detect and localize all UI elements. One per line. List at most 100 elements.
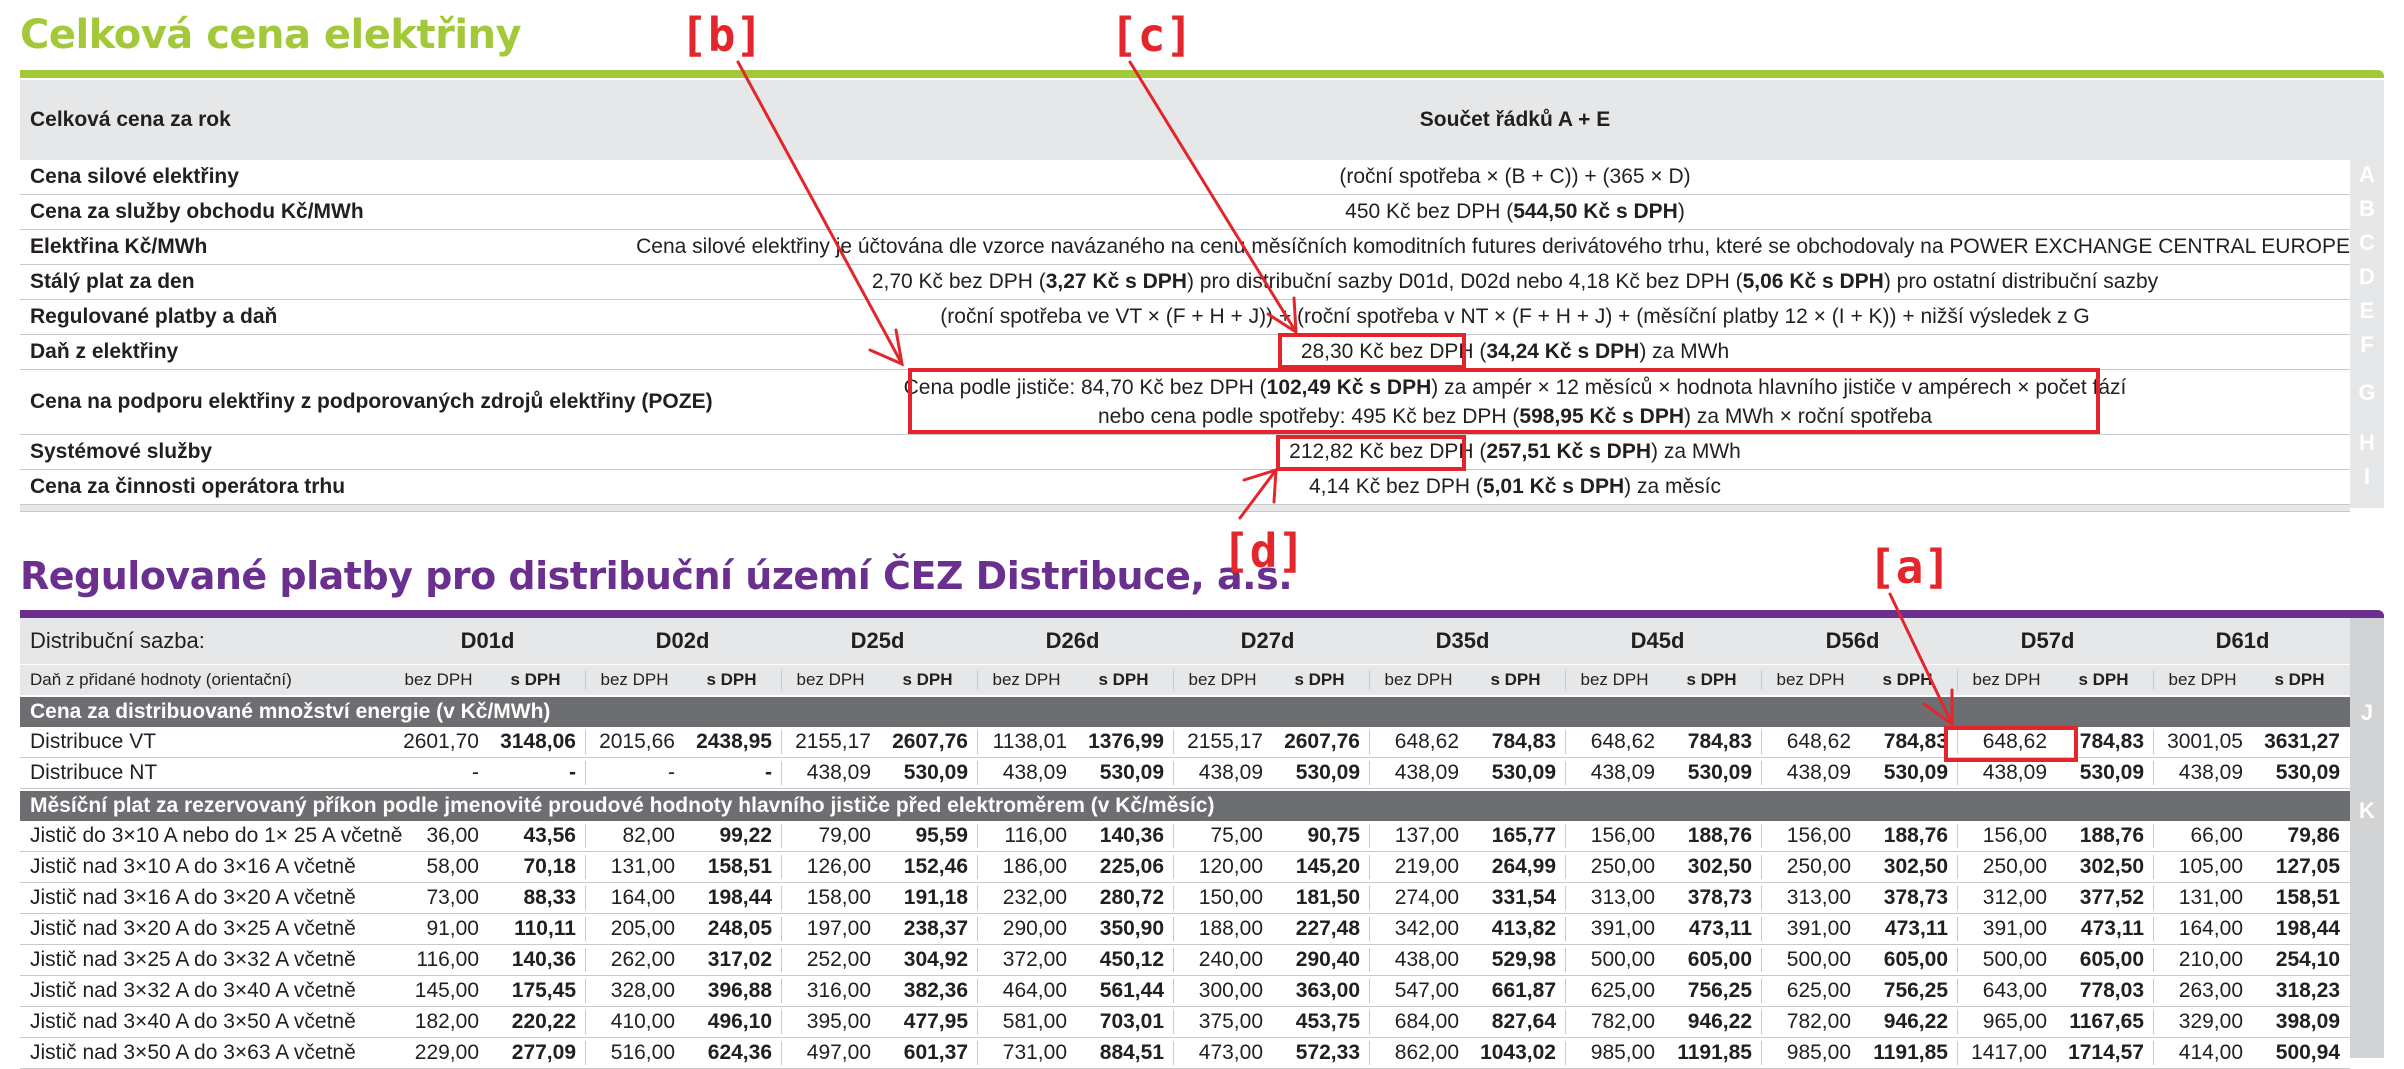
value-excl-vat: 985,00 bbox=[1590, 1041, 1655, 1064]
value-excl-vat: 66,00 bbox=[2190, 824, 2243, 847]
value-incl-vat: 3148,06 bbox=[500, 730, 576, 753]
col-incl-vat: s DPH bbox=[1882, 670, 1933, 689]
rate-cell-pair: 438,09 530,09 bbox=[1565, 761, 1761, 785]
value-excl-vat: 156,00 bbox=[1786, 824, 1851, 847]
value-incl-vat: 140,36 bbox=[1099, 824, 1164, 847]
value-excl-vat: 156,00 bbox=[1590, 824, 1655, 847]
value-incl-vat: 477,95 bbox=[903, 1010, 968, 1033]
table-row: Jistič nad 3×20 A do 3×25 A včetně 91,00 1… bbox=[20, 914, 2350, 945]
value-excl-vat: 414,00 bbox=[2178, 1041, 2243, 1064]
value-incl-vat: 99,22 bbox=[719, 824, 772, 847]
rate-cell-pair: 164,00 198,44 bbox=[585, 886, 781, 910]
rate-cell-pair: 438,09 530,09 bbox=[1369, 761, 1565, 785]
table-row: Jistič do 3×10 A nebo do 1× 25 A včetně 3… bbox=[20, 821, 2350, 852]
value-incl-vat: 624,36 bbox=[707, 1041, 772, 1064]
rate-cell-pair: 219,00 264,99 bbox=[1369, 855, 1565, 879]
value-excl-vat: 438,09 bbox=[1002, 761, 1067, 784]
value-incl-vat: 225,06 bbox=[1099, 855, 1164, 878]
value-excl-vat: 391,00 bbox=[1590, 917, 1655, 940]
col-excl-vat: bez DPH bbox=[600, 670, 669, 689]
value-incl-vat: 79,86 bbox=[2287, 824, 2340, 847]
value-excl-vat: 131,00 bbox=[2178, 886, 2243, 909]
value-incl-vat: 175,45 bbox=[511, 979, 576, 1002]
value-excl-vat: 126,00 bbox=[806, 855, 871, 878]
row-label: Cena za služby obchodu Kč/MWh bbox=[30, 200, 364, 223]
value-incl-vat: 254,10 bbox=[2275, 948, 2340, 971]
rate-cell-pair: 116,00 140,36 bbox=[390, 948, 585, 972]
value-incl-vat: 377,52 bbox=[2079, 886, 2144, 909]
value-incl-vat: 198,44 bbox=[2275, 917, 2340, 940]
rate-cell-pair: 985,00 1191,85 bbox=[1565, 1041, 1761, 1065]
rate-name: D01d bbox=[460, 628, 515, 653]
rate-cell-pair: 2155,17 2607,76 bbox=[781, 730, 977, 754]
row-letter: K bbox=[2359, 798, 2375, 823]
energy-section-bar: Cena za distribuované množství energie (… bbox=[20, 695, 2350, 727]
value-incl-vat: 530,09 bbox=[1295, 761, 1360, 784]
highlight-box-b bbox=[908, 368, 2100, 434]
col-incl-vat: s DPH bbox=[902, 670, 953, 689]
value-excl-vat: 2601,70 bbox=[403, 730, 479, 753]
rate-cell-pair: 2601,70 3148,06 bbox=[390, 730, 585, 754]
value-incl-vat: 317,02 bbox=[707, 948, 772, 971]
rate-cell-pair: 648,62 784,83 bbox=[1369, 730, 1565, 754]
row-value: (roční spotřeba × (B + C)) + (365 × D) bbox=[1339, 165, 1691, 188]
value-incl-vat: 2438,95 bbox=[696, 730, 772, 753]
col-excl-vat: bez DPH bbox=[1188, 670, 1257, 689]
value-excl-vat: 36,00 bbox=[426, 824, 479, 847]
value-excl-vat: 58,00 bbox=[426, 855, 479, 878]
row-letter: D bbox=[2359, 264, 2375, 289]
value-excl-vat: 625,00 bbox=[1590, 979, 1655, 1002]
value-incl-vat: 158,51 bbox=[2275, 886, 2340, 909]
rate-cell-pair: 250,00 302,50 bbox=[1957, 855, 2153, 879]
rate-cell-pair: 105,00 127,05 bbox=[2153, 855, 2349, 879]
value-incl-vat: 331,54 bbox=[1491, 886, 1556, 909]
rate-cell-pair: 182,00 220,22 bbox=[390, 1010, 585, 1034]
rate-name: D02d bbox=[655, 628, 710, 653]
value-incl-vat: 605,00 bbox=[1687, 948, 1752, 971]
value-excl-vat: - bbox=[668, 761, 675, 784]
col-incl-vat: s DPH bbox=[1686, 670, 1737, 689]
value-excl-vat: 312,00 bbox=[1982, 886, 2047, 909]
value-excl-vat: 82,00 bbox=[622, 824, 675, 847]
col-incl-vat: s DPH bbox=[2078, 670, 2129, 689]
value-incl-vat: 302,50 bbox=[1687, 855, 1752, 878]
col-excl-vat: bez DPH bbox=[2168, 670, 2237, 689]
rate-cell-pair: 58,00 70,18 bbox=[390, 855, 585, 879]
section2-rule bbox=[20, 610, 2384, 618]
value-excl-vat: 500,00 bbox=[1590, 948, 1655, 971]
value-incl-vat: 1714,57 bbox=[2068, 1041, 2144, 1064]
value-excl-vat: 375,00 bbox=[1198, 1010, 1263, 1033]
value-excl-vat: 250,00 bbox=[1590, 855, 1655, 878]
rate-cell-pair: 79,00 95,59 bbox=[781, 824, 977, 848]
value-incl-vat: 264,99 bbox=[1491, 855, 1556, 878]
value-incl-vat: 280,72 bbox=[1099, 886, 1164, 909]
rate-cell-pair: 438,09 530,09 bbox=[781, 761, 977, 785]
value-excl-vat: 164,00 bbox=[2178, 917, 2243, 940]
rate-cell-pair: 438,09 530,09 bbox=[2153, 761, 2349, 785]
col-excl-vat: bez DPH bbox=[796, 670, 865, 689]
vat-column-pair: bez DPH s DPH bbox=[1369, 670, 1565, 690]
value-excl-vat: 313,00 bbox=[1590, 886, 1655, 909]
row-label: Elektřina Kč/MWh bbox=[30, 235, 208, 258]
rate-cell-pair: 313,00 378,73 bbox=[1761, 886, 1957, 910]
value-incl-vat: 661,87 bbox=[1491, 979, 1556, 1002]
value-excl-vat: 263,00 bbox=[2178, 979, 2243, 1002]
rate-cell-pair: 263,00 318,23 bbox=[2153, 979, 2349, 1003]
rate-cell-pair: 120,00 145,20 bbox=[1173, 855, 1369, 879]
vat-column-pair: bez DPH s DPH bbox=[2153, 670, 2349, 690]
row-value: 4,14 Kč bez DPH (5,01 Kč s DPH) za měsíc bbox=[1308, 475, 1721, 498]
rate-cell-pair: 66,00 79,86 bbox=[2153, 824, 2349, 848]
col-excl-vat: bez DPH bbox=[1580, 670, 1649, 689]
rate-cell-pair: 985,00 1191,85 bbox=[1761, 1041, 1957, 1065]
value-incl-vat: 572,33 bbox=[1295, 1041, 1360, 1064]
value-excl-vat: 648,62 bbox=[1394, 730, 1459, 753]
value-excl-vat: 862,00 bbox=[1394, 1041, 1459, 1064]
rate-name: D35d bbox=[1435, 628, 1490, 653]
rate-cell-pair: 684,00 827,64 bbox=[1369, 1010, 1565, 1034]
value-excl-vat: 625,00 bbox=[1786, 979, 1851, 1002]
annotation-label-a: [a] bbox=[1868, 540, 1952, 594]
vat-column-pair: bez DPH s DPH bbox=[1565, 670, 1761, 690]
section2-title: Regulované platby pro distribuční území … bbox=[20, 554, 1293, 598]
col-incl-vat: s DPH bbox=[510, 670, 561, 689]
row-label: Daň z elektřiny bbox=[30, 340, 179, 363]
